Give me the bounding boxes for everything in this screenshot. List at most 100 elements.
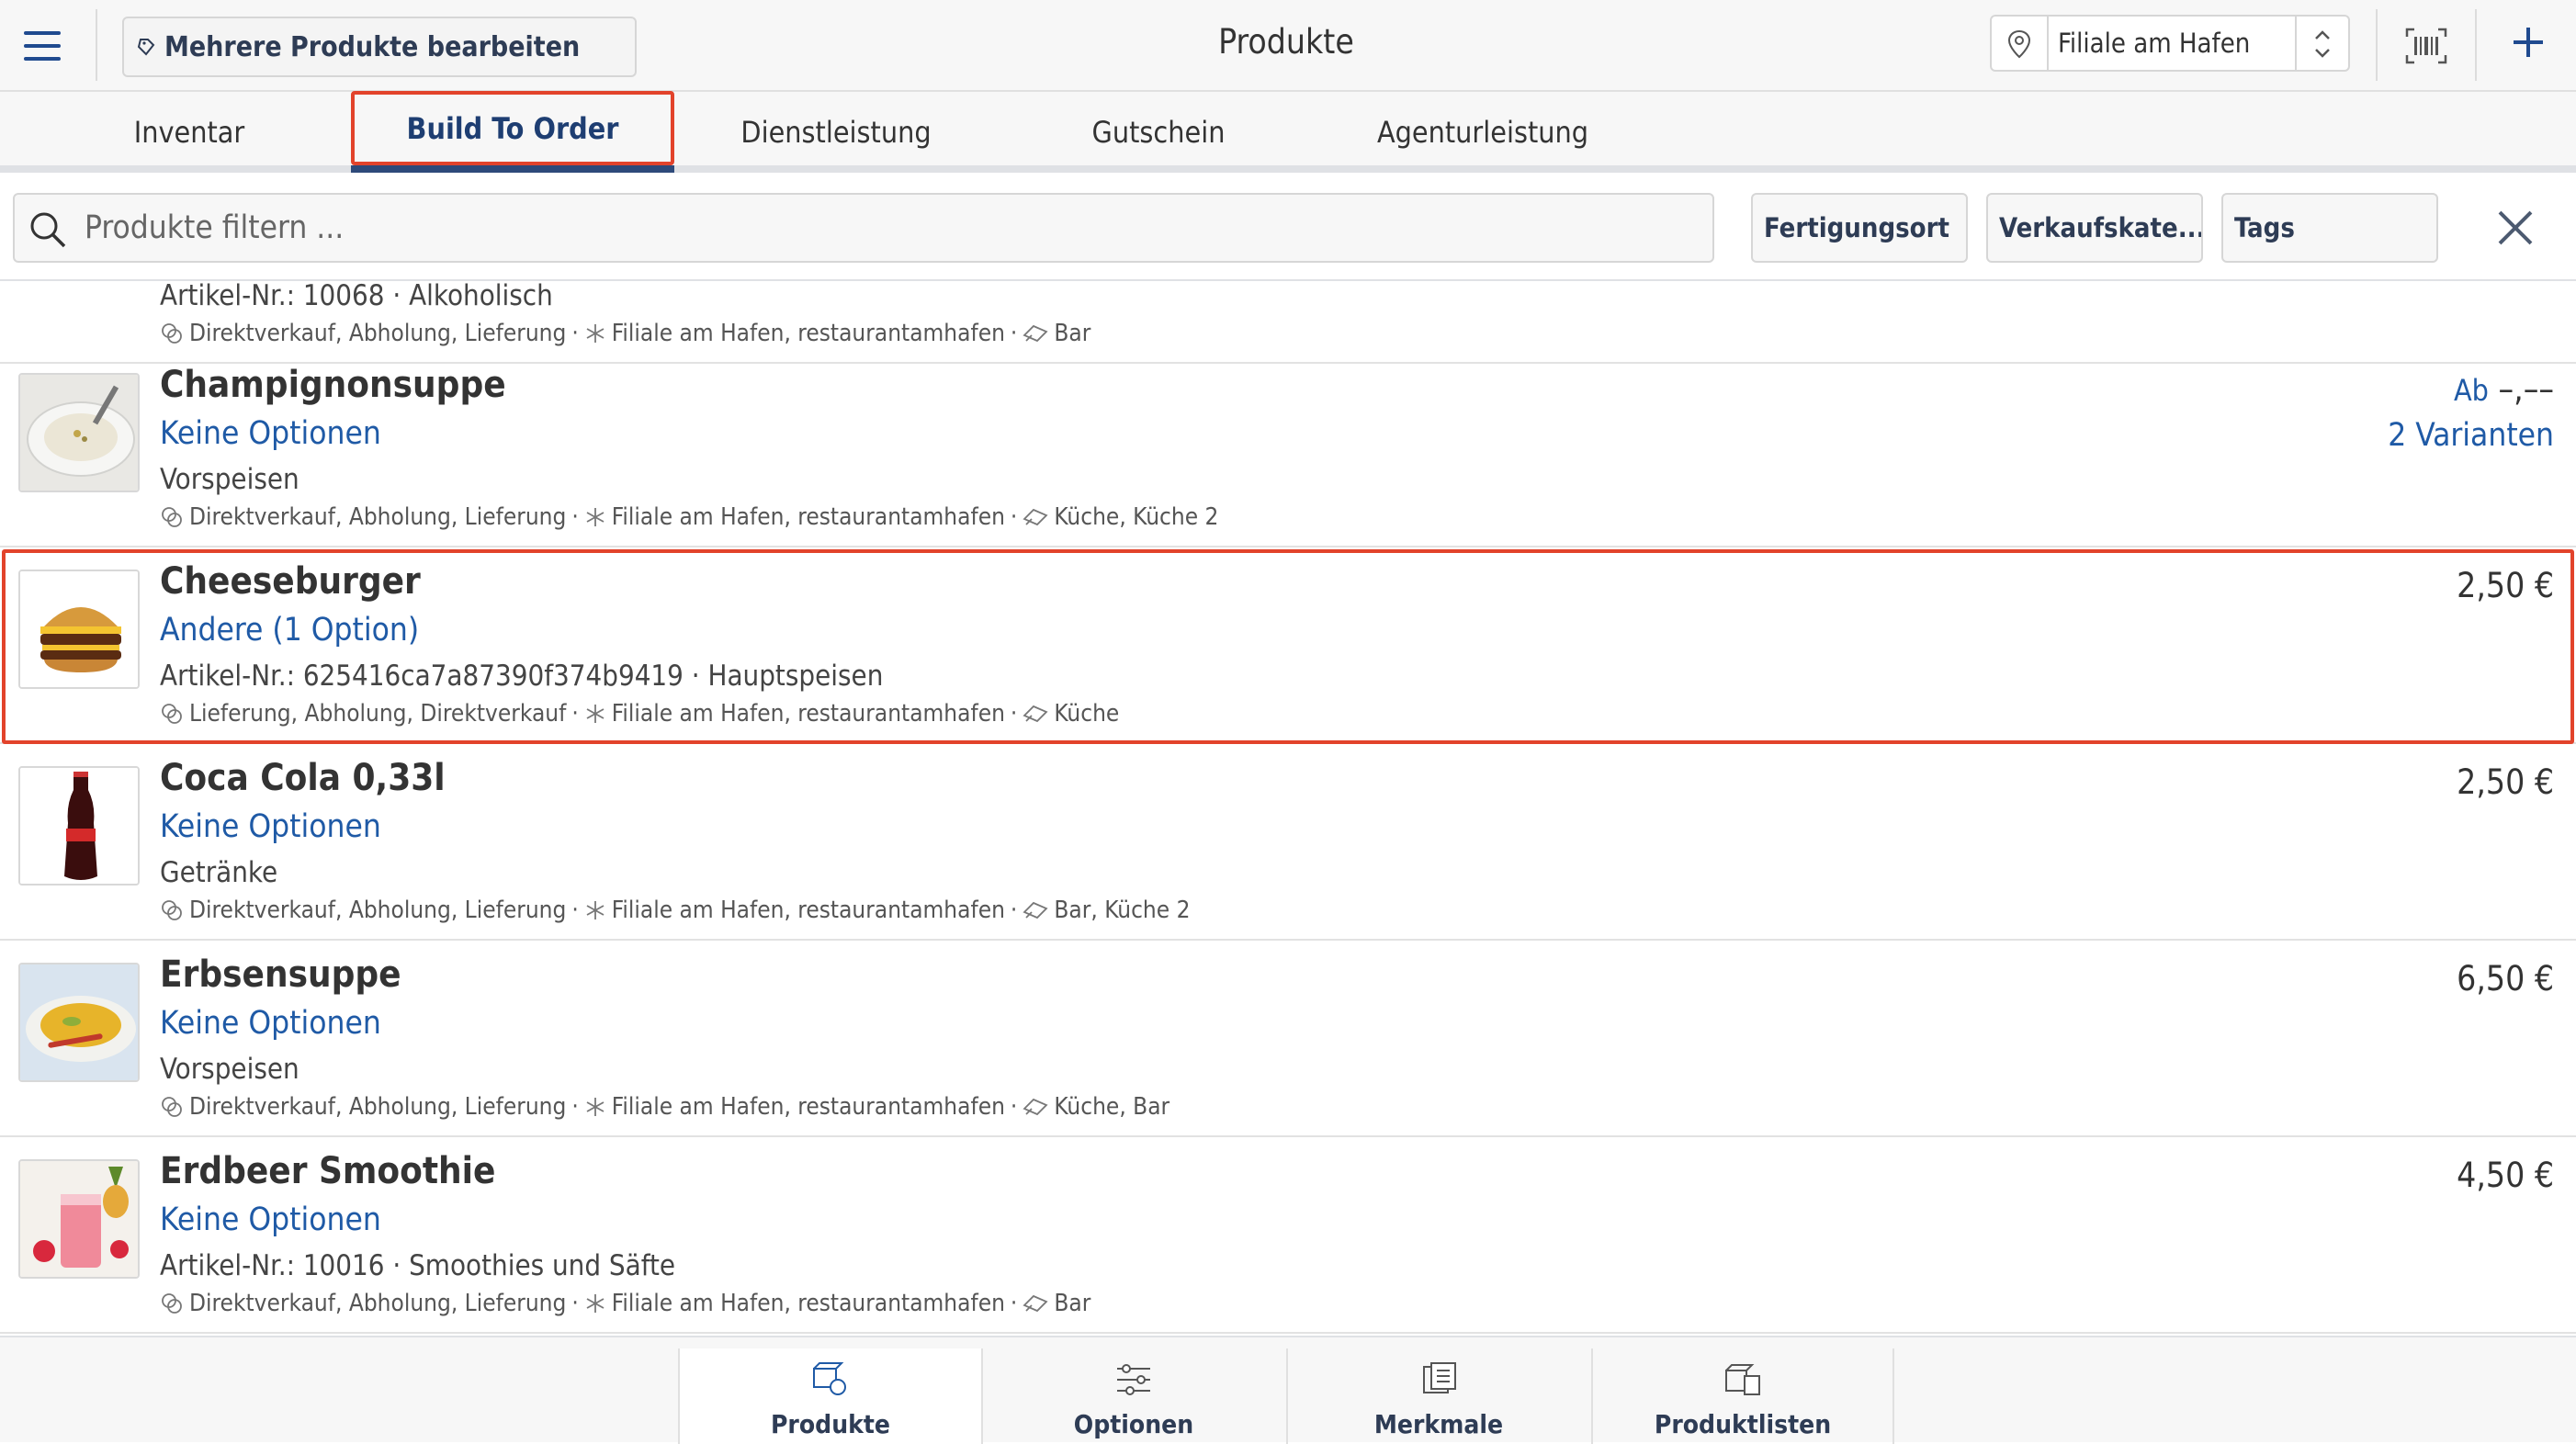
product-channels: Lieferung, Abholung, Direktverkauf (189, 700, 567, 728)
channel-icon (162, 1097, 182, 1117)
product-meta: Lieferung, Abholung, Direktverkauf · Fil… (160, 700, 1119, 728)
product-channels: Direktverkauf, Abholung, Lieferung (189, 320, 567, 347)
product-row[interactable]: Champignonsuppe Keine Optionen Vorspeise… (0, 351, 2576, 547)
divider (2475, 9, 2477, 81)
nav-label: Produktlisten (1654, 1409, 1832, 1439)
nav-produktlisten[interactable]: Produktlisten (1591, 1348, 1894, 1444)
product-stations: Bar (1054, 320, 1091, 347)
branch-selector[interactable]: Filiale am Hafen (1990, 15, 2350, 72)
page-title: Produkte (1218, 22, 1354, 62)
product-stations: Küche, Bar (1054, 1093, 1170, 1121)
tab-gutschein[interactable]: Gutschein (1020, 92, 1297, 173)
station-icon (1022, 901, 1048, 919)
filter-verkaufskategorie-button[interactable]: Verkaufskate... (1986, 193, 2203, 263)
product-meta: Direktverkauf, Abholung, Lieferung · Fil… (160, 320, 1090, 347)
product-row[interactable]: Erbsensuppe Keine Optionen Vorspeisen Di… (0, 941, 2576, 1137)
chevron-updown-icon (2315, 30, 2330, 58)
product-stations: Bar, Küche 2 (1054, 897, 1191, 924)
separator: · (571, 700, 579, 728)
product-channels: Direktverkauf, Abholung, Lieferung (189, 503, 567, 531)
nav-merkmale[interactable]: Merkmale (1286, 1348, 1589, 1444)
clear-filter-button[interactable] (2495, 208, 2536, 248)
product-image (18, 963, 140, 1082)
product-row-selected[interactable]: Cheeseburger Andere (1 Option) Artikel-N… (0, 547, 2576, 744)
product-price: 2,50 € (2457, 566, 2554, 605)
product-meta: Direktverkauf, Abholung, Lieferung · Fil… (160, 897, 1190, 924)
station-icon (1022, 508, 1048, 526)
product-options[interactable]: Keine Optionen (160, 808, 381, 845)
add-product-button[interactable] (2508, 22, 2548, 62)
bulk-edit-button[interactable]: Mehrere Produkte bearbeiten (122, 17, 637, 77)
channel-icon (162, 507, 182, 527)
product-category: Artikel-Nr.: 625416ca7a87390f374b9419 · … (160, 660, 884, 693)
filter-tags-button[interactable]: Tags (2221, 193, 2438, 263)
product-image (18, 373, 140, 492)
channel-icon (162, 900, 182, 920)
product-variants[interactable]: 2 Varianten (2388, 417, 2554, 454)
product-meta: Direktverkauf, Abholung, Lieferung · Fil… (160, 1093, 1169, 1121)
nav-label: Produkte (770, 1409, 891, 1439)
tab-dienstleistung[interactable]: Dienstleistung (695, 92, 977, 173)
product-lists-icon (1725, 1364, 1760, 1395)
product-options[interactable]: Andere (1 Option) (160, 612, 419, 649)
branch-value: Filiale am Hafen (2058, 28, 2251, 59)
separator: · (571, 1290, 579, 1317)
separator: · (1010, 897, 1018, 924)
separator: · (571, 1093, 579, 1121)
separator: · (1010, 700, 1018, 728)
product-branches: Filiale am Hafen, restaurantamhafen (611, 1093, 1005, 1121)
tab-agenturleistung[interactable]: Agenturleistung (1341, 92, 1624, 173)
tab-inventar[interactable]: Inventar (55, 92, 323, 173)
station-icon (1022, 705, 1048, 723)
product-name: Erdbeer Smoothie (160, 1150, 496, 1192)
product-stations: Bar (1054, 1290, 1091, 1317)
channel-icon (162, 323, 182, 344)
product-options[interactable]: Keine Optionen (160, 1005, 381, 1042)
product-branches: Filiale am Hafen, restaurantamhafen (611, 503, 1005, 531)
product-price: 2,50 € (2457, 762, 2554, 802)
product-row[interactable]: Erdbeer Smoothie Keine Optionen Artikel-… (0, 1137, 2576, 1334)
product-row[interactable]: Coca Cola 0,33l Keine Optionen Getränke … (0, 744, 2576, 941)
station-icon (1022, 1294, 1048, 1313)
product-list: Artikel-Nr.: 10068 · Alkoholisch Direktv… (0, 281, 2576, 1336)
channel-icon (162, 704, 182, 724)
channel-icon (162, 1293, 182, 1314)
tab-build-to-order[interactable]: Build To Order (351, 91, 674, 173)
location-pin-icon (2007, 29, 2031, 59)
search-icon (30, 212, 66, 248)
product-branches: Filiale am Hafen, restaurantamhafen (611, 897, 1005, 924)
product-stations: Küche, Küche 2 (1054, 503, 1219, 531)
product-name: Champignonsuppe (160, 364, 506, 406)
separator: · (1010, 320, 1018, 347)
product-meta: Direktverkauf, Abholung, Lieferung · Fil… (160, 503, 1218, 531)
search-input[interactable] (85, 200, 1701, 255)
product-options[interactable]: Keine Optionen (160, 1201, 381, 1238)
separator: · (1010, 503, 1018, 531)
product-category: Artikel-Nr.: 10068 · Alkoholisch (160, 281, 553, 312)
barcode-scan-icon[interactable] (2405, 28, 2447, 64)
product-image (18, 1159, 140, 1279)
product-image (18, 766, 140, 886)
top-bar: Mehrere Produkte bearbeiten Produkte Fil… (0, 0, 2576, 92)
branch-snowflake-icon (586, 901, 604, 919)
products-icon (813, 1362, 846, 1395)
product-branches: Filiale am Hafen, restaurantamhafen (611, 1290, 1005, 1317)
category-tabs: Inventar Build To Order Dienstleistung G… (0, 91, 2576, 173)
hamburger-menu-icon[interactable] (20, 26, 68, 66)
separator: · (571, 320, 579, 347)
product-image (18, 570, 140, 689)
nav-produkte[interactable]: Produkte (678, 1348, 981, 1444)
product-branches: Filiale am Hafen, restaurantamhafen (611, 700, 1005, 728)
product-channels: Direktverkauf, Abholung, Lieferung (189, 1290, 567, 1317)
nav-optionen[interactable]: Optionen (981, 1348, 1284, 1444)
product-branches: Filiale am Hafen, restaurantamhafen (611, 320, 1005, 347)
tag-icon (137, 39, 155, 56)
sliders-icon (1117, 1364, 1150, 1395)
filter-fertigungsort-button[interactable]: Fertigungsort (1751, 193, 1968, 263)
branch-snowflake-icon (586, 1098, 604, 1116)
product-price: 6,50 € (2457, 959, 2554, 998)
product-category: Artikel-Nr.: 10016 · Smoothies und Säfte (160, 1249, 676, 1282)
product-category: Vorspeisen (160, 1053, 299, 1086)
product-stations: Küche (1054, 700, 1120, 728)
product-options[interactable]: Keine Optionen (160, 415, 381, 452)
